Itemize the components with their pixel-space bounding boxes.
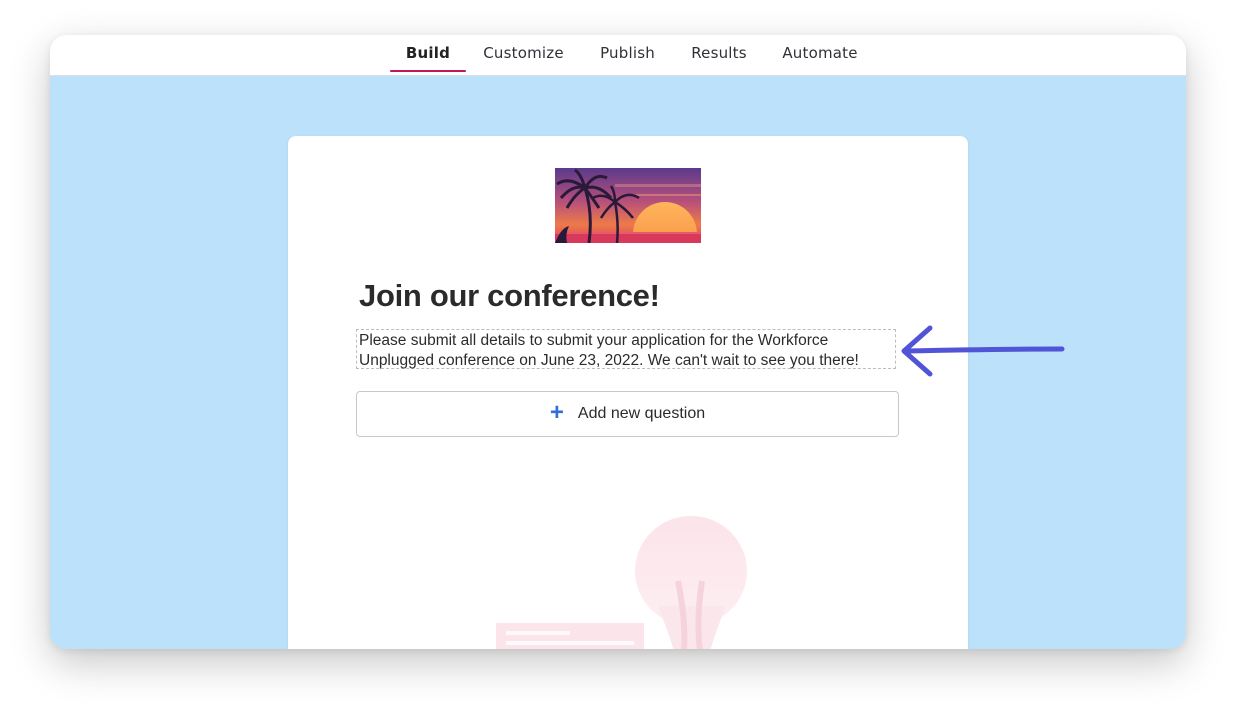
lightbulb-illustration-icon <box>496 516 747 649</box>
arrow-pointer-icon <box>901 325 1065 377</box>
sunset-palm-icon <box>555 168 701 243</box>
add-new-question-label: Add new question <box>577 405 706 422</box>
plus-icon: + <box>549 399 564 426</box>
tab-publish[interactable]: Publish <box>590 35 665 75</box>
top-navigation-bar: Build Customize Publish Results Automate <box>50 35 1186 76</box>
add-new-question-button[interactable]: + Add new question <box>356 391 899 437</box>
form-description-line: Please submit all details to submit your… <box>359 332 829 349</box>
form-card: Join our conference! Please submit all d… <box>288 136 968 649</box>
tab-build[interactable]: Build <box>390 35 466 75</box>
tab-results[interactable]: Results <box>682 35 756 75</box>
form-description-field[interactable]: Please submit all details to submit your… <box>356 329 896 369</box>
form-description-line: Unplugged conference on June 23, 2022. W… <box>359 352 859 369</box>
active-tab-indicator <box>390 70 466 72</box>
tab-customize[interactable]: Customize <box>475 35 572 75</box>
form-banner-image[interactable] <box>555 168 701 243</box>
form-title[interactable]: Join our conference! <box>359 278 660 314</box>
empty-state-illustration <box>488 511 768 649</box>
tab-automate[interactable]: Automate <box>773 35 867 75</box>
